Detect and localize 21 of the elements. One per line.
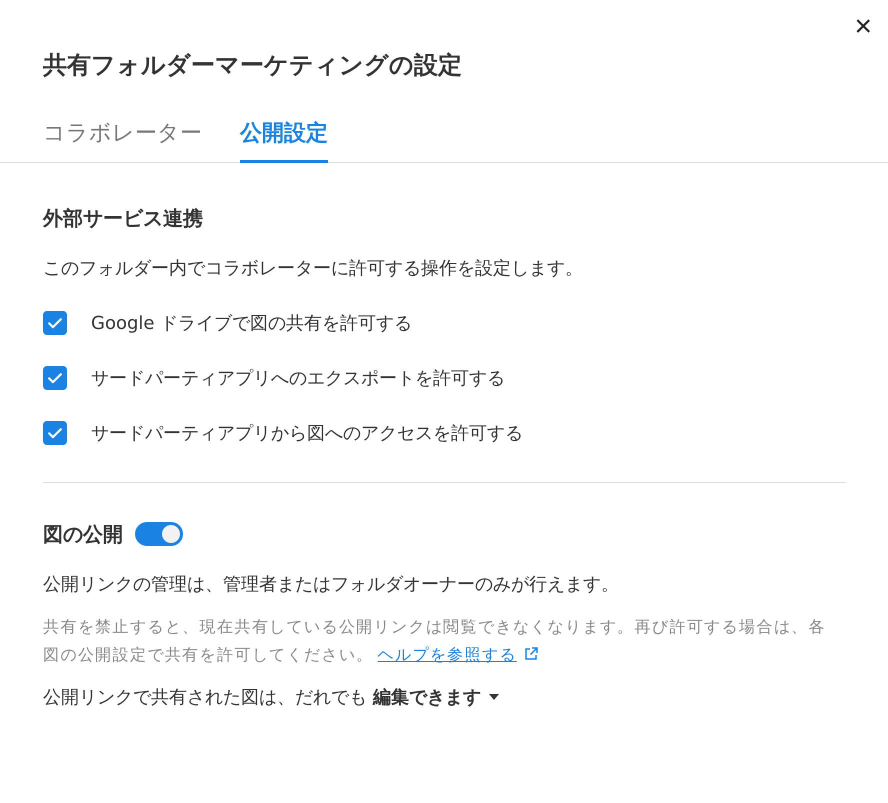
- admin-note: 公開リンクの管理は、管理者またはフォルダオーナーのみが行えます。: [43, 573, 620, 597]
- section-description: このフォルダー内でコラボレーターに許可する操作を設定します。: [43, 257, 584, 281]
- tab[interactable]: 公開設定: [240, 112, 328, 163]
- checkbox[interactable]: [43, 310, 67, 334]
- permission-dropdown[interactable]: 編集できます: [373, 685, 499, 709]
- external-link-icon: [522, 646, 539, 662]
- checkbox-label: サードパーティアプリから図へのアクセスを許可する: [91, 422, 523, 444]
- help-link[interactable]: ヘルプを参照する: [378, 645, 517, 664]
- section-heading: 外部サービス連携: [43, 205, 204, 232]
- tab[interactable]: コラボレーター: [43, 112, 202, 163]
- toggle-switch[interactable]: [135, 522, 183, 546]
- checkbox-label: サードパーティアプリへのエクスポートを許可する: [91, 366, 505, 390]
- section-heading: 図の公開: [43, 521, 123, 548]
- close-button[interactable]: ×: [850, 12, 876, 42]
- caret-icon: [489, 694, 499, 700]
- access-text: 公開リンクで共有された図は、だれでも: [43, 686, 367, 709]
- checkbox[interactable]: [43, 366, 67, 390]
- warning-text: 共有を禁止すると、現在共有している公開リンクは閲覧できなくなります。再び許可する場合は、各図の公開設定で共有を許可してください。 ヘルプを参照する: [43, 616, 827, 666]
- checkbox-label: Google ドライブで図の共有を許可する: [91, 312, 412, 334]
- dialog-title: 共有フォルダーマーケティングの設定: [43, 50, 463, 81]
- checkbox[interactable]: [43, 420, 67, 444]
